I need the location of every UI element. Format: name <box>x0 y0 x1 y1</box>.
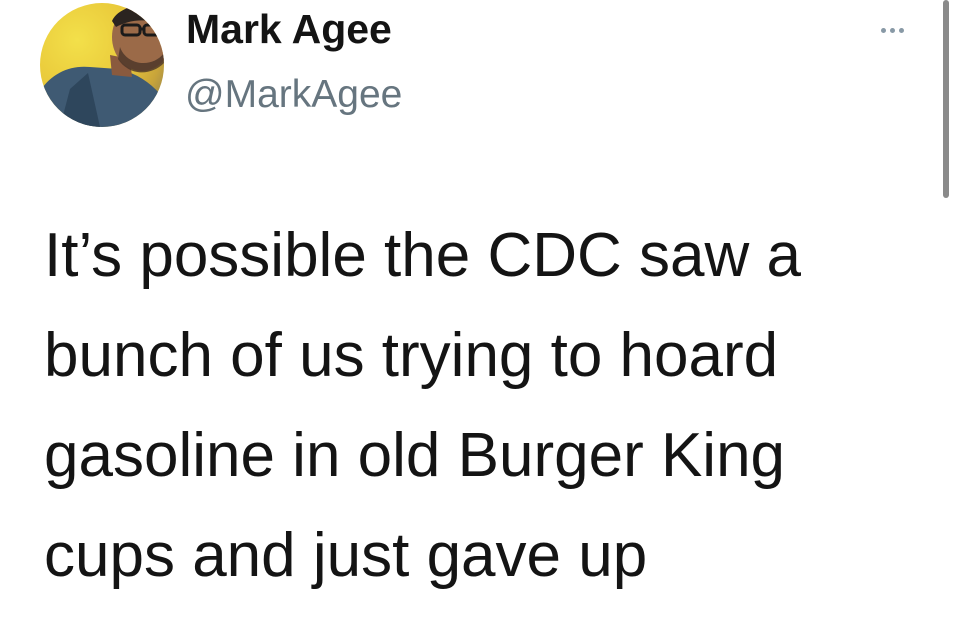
tweet-text-line: It’s possible the CDC saw a <box>44 221 801 290</box>
tweet-text: It’s possible the CDC saw a bunch of us … <box>44 206 924 606</box>
display-name[interactable]: Mark Agee <box>186 6 392 53</box>
scrollbar[interactable] <box>943 0 949 198</box>
profile-photo-icon <box>40 3 164 127</box>
avatar[interactable] <box>40 3 164 127</box>
more-options-button[interactable] <box>870 12 914 48</box>
tweet-text-line: gasoline in old Burger King <box>44 421 786 490</box>
tweet-text-line: cups and just gave up <box>44 521 648 590</box>
tweet-text-line: bunch of us trying to hoard <box>44 321 779 390</box>
user-handle[interactable]: @MarkAgee <box>185 73 402 117</box>
more-horizontal-icon <box>880 27 904 33</box>
